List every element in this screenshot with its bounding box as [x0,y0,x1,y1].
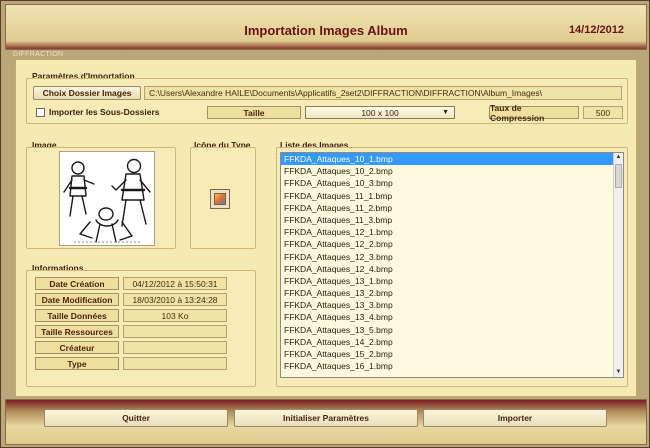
main-panel: Paramètres d'Importation Choix Dossier I… [15,59,637,397]
info-value [123,341,227,354]
list-group: FFKDA_Attaques_10_1.bmp FFKDA_Attaques_10… [276,147,628,387]
info-label: Type [35,357,119,370]
app-window: Importation Images Album 14/12/2012 DIFF… [0,0,650,448]
list-item[interactable]: FFKDA_Attaques_11_3.bmp [281,214,623,226]
info-group: Date Création 04/12/2012 à 15:50:31 Date M… [26,270,256,387]
list-item[interactable]: FFKDA_Attaques_13_4.bmp [281,311,623,323]
compression-field[interactable]: 500 [583,106,623,119]
choose-folder-button[interactable]: Choix Dossier Images [33,86,141,100]
list-item[interactable]: FFKDA_Attaques_12_4.bmp [281,263,623,275]
info-value [123,325,227,338]
header-date: 14/12/2012 [568,24,624,36]
subfolders-checkbox[interactable] [36,108,45,117]
list-item[interactable]: FFKDA_Attaques_10_2.bmp [281,165,623,177]
info-value [123,357,227,370]
footer-bar: Quitter Initialiser Paramètres Importer [5,399,647,445]
image-group [26,147,176,249]
quit-button[interactable]: Quitter [44,409,228,427]
list-item[interactable]: FFKDA_Attaques_11_2.bmp [281,202,623,214]
size-select-value: 100 x 100 [361,107,399,118]
list-item[interactable]: FFKDA_Attaques_13_3.bmp [281,299,623,311]
info-label: Date Modification [35,293,119,306]
section-tag: DIFFRACTION [13,51,64,58]
list-item[interactable]: FFKDA_Attaques_13_1.bmp [281,275,623,287]
list-item[interactable]: FFKDA_Attaques_12_3.bmp [281,251,623,263]
info-label: Date Création [35,277,119,290]
list-item[interactable]: FFKDA_Attaques_15_2.bmp [281,348,623,360]
scroll-up-icon[interactable]: ▲ [614,153,623,162]
icon-group [190,147,256,249]
info-value: 103 Ko [123,309,227,322]
list-item[interactable]: FFKDA_Attaques_16_1.bmp [281,360,623,372]
list-item[interactable]: FFKDA_Attaques_10_3.bmp [281,177,623,189]
image-list[interactable]: FFKDA_Attaques_10_1.bmp FFKDA_Attaques_10… [280,152,624,378]
size-label: Taille [207,106,301,119]
list-item[interactable]: FFKDA_Attaques_12_2.bmp [281,238,623,250]
chevron-down-icon: ▼ [442,109,449,116]
scroll-thumb[interactable] [615,164,622,188]
image-preview [59,151,155,246]
info-value: 04/12/2012 à 15:50:31 [123,277,227,290]
subfolders-label: Importer les Sous-Dossiers [49,107,160,117]
compression-label: Taux de Compression [489,103,579,123]
image-list-items: FFKDA_Attaques_10_1.bmp FFKDA_Attaques_10… [281,153,623,372]
list-item[interactable]: FFKDA_Attaques_10_1.bmp [281,153,623,166]
params-group: Choix Dossier Images C:\Users\Alexandre … [26,78,628,124]
list-item[interactable]: FFKDA_Attaques_13_2.bmp [281,287,623,299]
info-label: Taille Ressources [35,325,119,338]
list-item[interactable]: FFKDA_Attaques_11_1.bmp [281,190,623,202]
window-title: Importation Images Album [244,23,408,38]
info-value: 18/03/2010 à 13:24:28 [123,293,227,306]
import-button[interactable]: Importer [423,409,607,427]
info-label: Taille Données [35,309,119,322]
list-item[interactable]: FFKDA_Attaques_14_2.bmp [281,336,623,348]
list-scrollbar[interactable]: ▲ ▼ [613,153,623,377]
info-label: Créateur [35,341,119,354]
karate-figures-illustration [63,158,151,243]
reset-params-button[interactable]: Initialiser Paramètres [234,409,418,427]
folder-path-field[interactable]: C:\Users\Alexandre HAILE\Documents\Appli… [144,86,622,100]
image-file-icon [210,189,230,209]
list-item[interactable]: FFKDA_Attaques_13_5.bmp [281,324,623,336]
list-item[interactable]: FFKDA_Attaques_12_1.bmp [281,226,623,238]
size-select[interactable]: 100 x 100 ▼ [305,106,455,119]
scroll-down-icon[interactable]: ▼ [614,368,623,377]
title-bar: Importation Images Album 14/12/2012 [5,4,647,50]
